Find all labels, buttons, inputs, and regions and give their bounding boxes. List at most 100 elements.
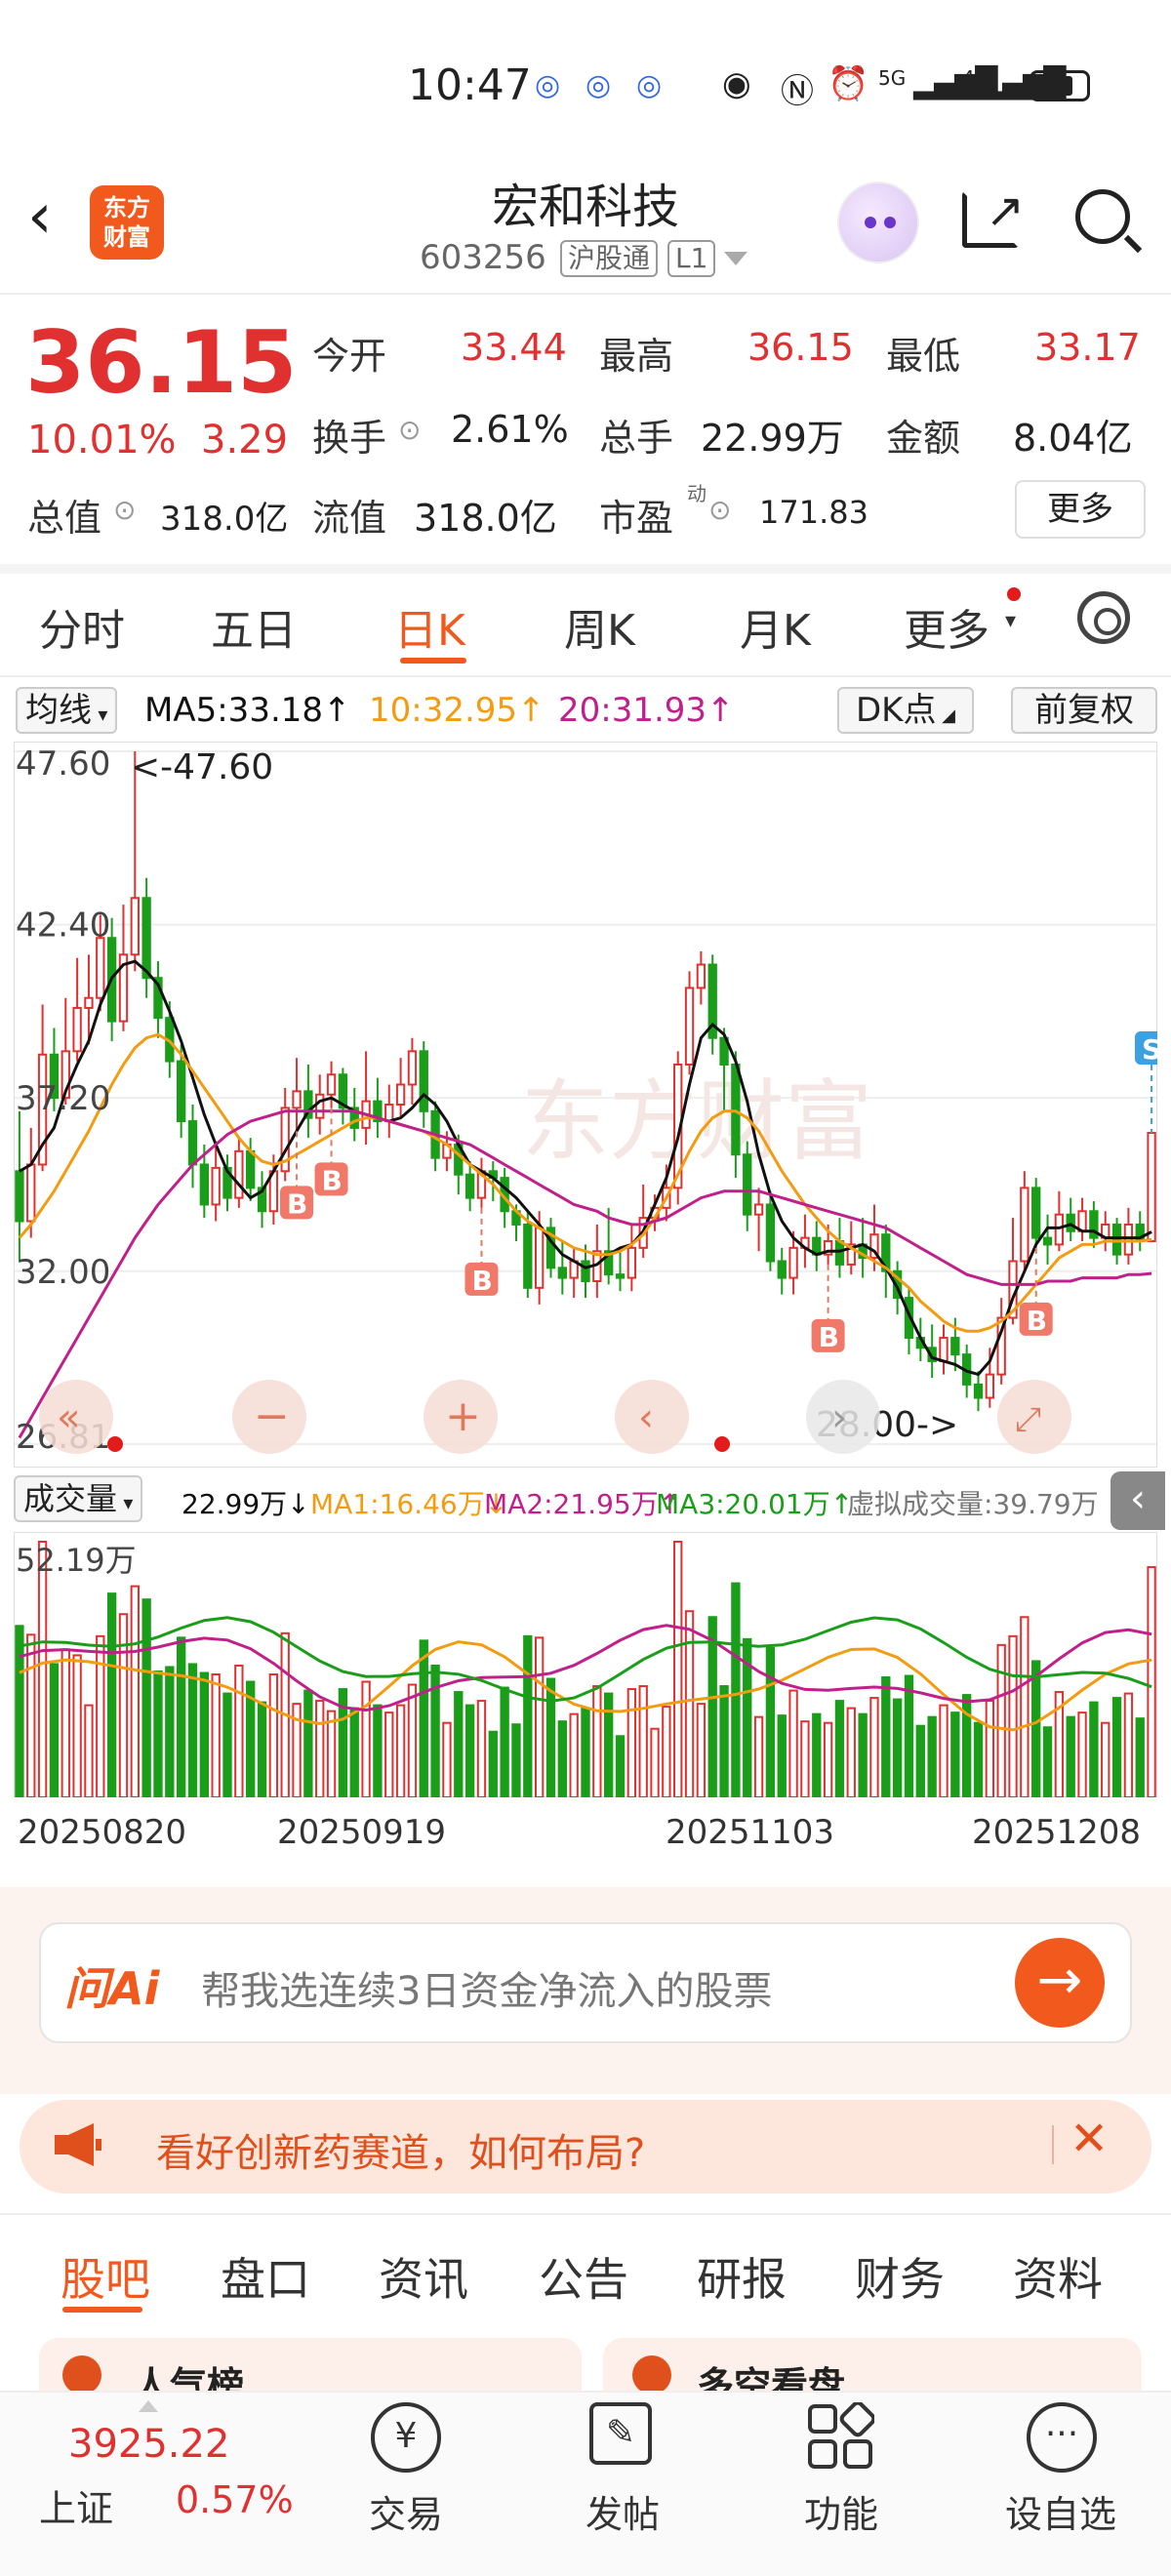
- share-arrow-icon[interactable]: ↗: [986, 183, 1025, 238]
- volume-bar-down: [1066, 1715, 1075, 1797]
- virtual-volume: 虚拟成交量:39.79万: [847, 1488, 1099, 1520]
- candle-down: [141, 897, 151, 980]
- search-icon[interactable]: [1075, 189, 1130, 244]
- ai-submit-arrow-icon[interactable]: →: [1015, 1938, 1105, 2028]
- volume-chart: 52.19万: [14, 1532, 1157, 1797]
- amount-value: 8.04亿: [1013, 417, 1133, 460]
- level-dropdown-icon[interactable]: [724, 252, 747, 265]
- tab-orderbook[interactable]: 盘口: [221, 2244, 310, 2309]
- ai-search-placeholder[interactable]: 帮我选连续3日资金净流入的股票: [201, 1959, 772, 2016]
- tab-five-day[interactable]: 五日: [211, 595, 297, 658]
- tab-daily-k[interactable]: 日K: [394, 595, 465, 658]
- float-value: 318.0亿: [414, 497, 557, 540]
- nav-post[interactable]: 发帖: [586, 2484, 660, 2538]
- volume-bar-up: [869, 1697, 879, 1797]
- adjust-button[interactable]: 前复权: [1011, 687, 1157, 734]
- nav-add-watchlist[interactable]: 设自选: [1005, 2484, 1116, 2538]
- volume-bar-down: [1031, 1660, 1041, 1797]
- volume-bar-up: [1008, 1634, 1018, 1797]
- marker-dot: [714, 1436, 730, 1452]
- index-value[interactable]: 3925.22: [68, 2422, 229, 2467]
- zoom-in-button[interactable]: +: [424, 1380, 498, 1454]
- prev-button[interactable]: ‹: [615, 1380, 689, 1454]
- volume-bar-down: [1135, 1717, 1145, 1797]
- tab-weekly-k[interactable]: 周K: [564, 595, 635, 658]
- candle-down: [1031, 1187, 1041, 1239]
- tab-research[interactable]: 研报: [697, 2244, 787, 2309]
- candle-down: [1042, 1236, 1053, 1246]
- info-icon[interactable]: ⊙: [708, 494, 731, 526]
- volume-bar-down: [153, 1670, 163, 1797]
- more-dots-icon[interactable]: ···: [1027, 2402, 1097, 2473]
- collapse-panel-icon[interactable]: ‹: [1110, 1471, 1165, 1530]
- more-button[interactable]: 更多: [1015, 480, 1146, 539]
- volume-bar-up: [662, 1706, 671, 1797]
- current-price: 36.15: [25, 312, 298, 413]
- close-icon[interactable]: ✕: [1070, 2112, 1109, 2166]
- tab-monthly-k[interactable]: 月K: [740, 595, 811, 658]
- tab-intraday[interactable]: 分时: [39, 595, 125, 658]
- nav-trade[interactable]: 交易: [369, 2484, 443, 2538]
- volume-bar-up: [130, 1585, 140, 1797]
- candle-down: [1066, 1213, 1075, 1232]
- bull-bear-card[interactable]: 多空看盘: [603, 2338, 1142, 2407]
- tab-financials[interactable]: 财务: [855, 2244, 945, 2309]
- tab-more-dropdown-icon[interactable]: ▾: [1005, 609, 1016, 633]
- candle-up: [626, 1246, 637, 1279]
- ma-select[interactable]: 均线 ▾: [16, 687, 118, 734]
- tab-profile[interactable]: 资料: [1013, 2244, 1103, 2309]
- volume-bar-down: [812, 1712, 822, 1797]
- volume-bar-up: [211, 1672, 221, 1797]
- open-label: 今开: [312, 335, 387, 378]
- candlestick-chart[interactable]: 东方财富 BBBBBSSS 47.6042.4037.2032.0026.81 …: [14, 742, 1157, 1468]
- volume-bar-down: [604, 1692, 614, 1797]
- zoom-out-button[interactable]: −: [232, 1380, 306, 1454]
- volume-bar-up: [384, 1711, 394, 1797]
- max-price-label: <-47.60: [131, 747, 273, 787]
- notification-dot: [1007, 587, 1021, 601]
- function-grid-icon[interactable]: [806, 2402, 874, 2471]
- volume-bar-up: [696, 1703, 707, 1797]
- info-icon[interactable]: ⊙: [113, 494, 136, 526]
- divider: [1052, 2125, 1054, 2164]
- volume-bar-down: [545, 1677, 556, 1797]
- tab-announcements[interactable]: 公告: [539, 2244, 628, 2309]
- megaphone-icon: [55, 2123, 101, 2166]
- scroll-left-button[interactable]: «: [39, 1380, 113, 1454]
- y-tick-label: 32.00: [16, 1253, 110, 1292]
- next-button[interactable]: ›: [806, 1380, 880, 1454]
- nav-function[interactable]: 功能: [804, 2484, 878, 2538]
- level-tag[interactable]: L1: [667, 240, 716, 277]
- volume-select[interactable]: 成交量 ▾: [14, 1475, 143, 1522]
- alarm-icon: ⏰: [828, 64, 869, 103]
- info-icon[interactable]: ⊙: [398, 414, 421, 446]
- volume-bar-up: [72, 1654, 82, 1797]
- dk-point-button[interactable]: DK点 ◢: [837, 687, 974, 734]
- ma5-value: MA5:33.18↑: [144, 691, 351, 730]
- volume-bar-up: [1147, 1566, 1156, 1797]
- tab-news[interactable]: 资讯: [379, 2244, 468, 2309]
- change-amount: 3.29: [201, 418, 289, 463]
- promo-text[interactable]: 看好创新药赛道，如何布局?: [156, 2121, 645, 2178]
- mktcap-label: 总值: [27, 497, 102, 540]
- index-expand-icon[interactable]: [139, 2400, 158, 2412]
- svg-text:B: B: [1027, 1305, 1047, 1337]
- svg-text:B: B: [819, 1321, 839, 1353]
- volume-bar-up: [476, 1700, 487, 1797]
- trade-icon[interactable]: ¥: [371, 2402, 441, 2473]
- index-percent[interactable]: 0.57%: [176, 2478, 294, 2521]
- volume-bar-down: [199, 1671, 210, 1797]
- candle-up: [1054, 1213, 1065, 1246]
- tab-more[interactable]: 更多: [904, 595, 989, 658]
- pe-value: 171.83: [759, 494, 868, 531]
- app-notification-icon: ◎: [586, 68, 612, 102]
- ai-logo: 问Ai: [64, 1962, 160, 2015]
- tab-forum[interactable]: 股吧: [61, 2244, 150, 2309]
- post-icon[interactable]: ✎: [589, 2402, 652, 2465]
- index-name[interactable]: 上证: [39, 2478, 113, 2532]
- settings-gear-icon[interactable]: [1077, 591, 1130, 644]
- fullscreen-button[interactable]: ⤢: [997, 1380, 1071, 1454]
- ai-assistant-avatar-icon[interactable]: [837, 181, 919, 263]
- popularity-card[interactable]: 人气榜: [39, 2338, 582, 2407]
- date-label: 20251103: [666, 1813, 835, 1852]
